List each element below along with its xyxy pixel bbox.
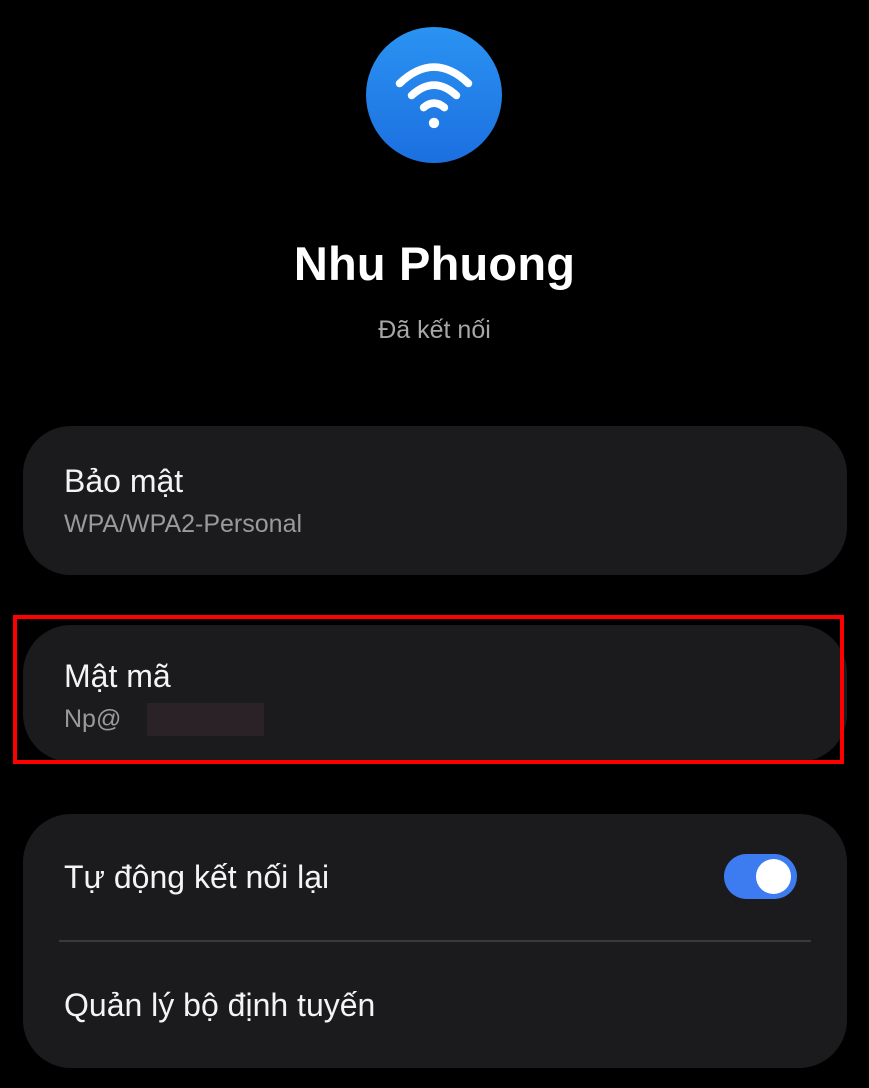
toggle-knob (756, 859, 791, 894)
wifi-icon (395, 63, 473, 129)
connection-status: Đã kết nối (378, 316, 491, 344)
network-name: Nhu Phuong (293, 237, 576, 290)
highlight-box (13, 615, 844, 764)
security-title: Bảo mật (64, 463, 184, 499)
auto-reconnect-row[interactable]: Tự động kết nối lại (23, 814, 847, 941)
auto-reconnect-label: Tự động kết nối lại (64, 859, 330, 895)
auto-reconnect-toggle[interactable] (724, 854, 797, 899)
router-management-label: Quản lý bộ định tuyến (64, 987, 376, 1023)
router-management-row[interactable]: Quản lý bộ định tuyến (23, 941, 847, 1068)
security-card[interactable]: Bảo mật WPA/WPA2-Personal (23, 426, 847, 575)
wifi-network-badge (366, 27, 502, 163)
security-value: WPA/WPA2-Personal (64, 510, 303, 538)
options-card: Tự động kết nối lại Quản lý bộ định tuyế… (23, 814, 847, 1068)
